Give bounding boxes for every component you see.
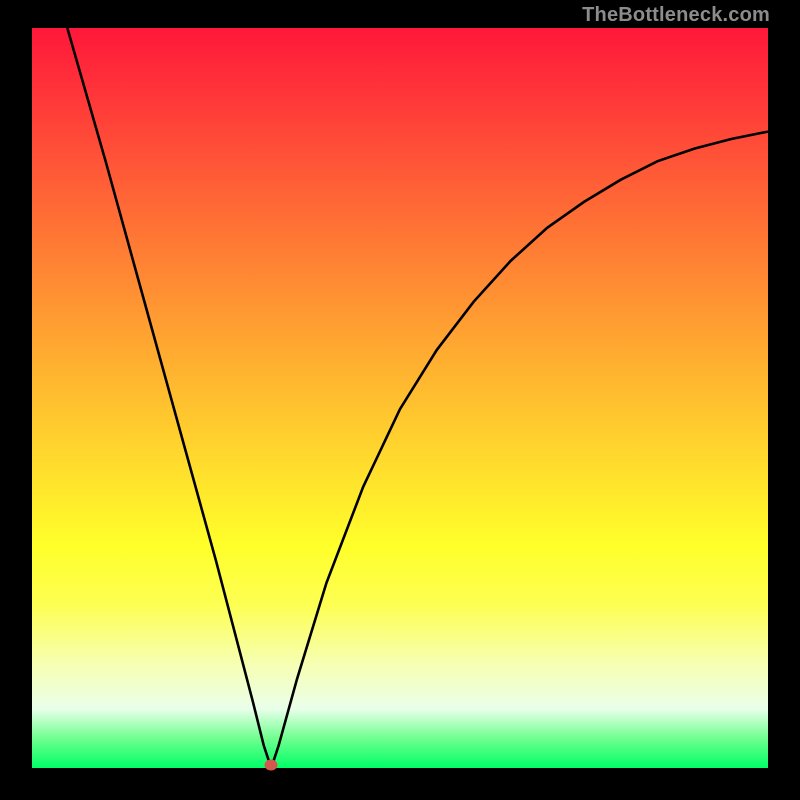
bottleneck-curve xyxy=(32,28,768,768)
minimum-marker xyxy=(265,760,278,771)
curve-left-branch xyxy=(67,28,271,768)
plot-area xyxy=(32,28,768,768)
chart-frame: TheBottleneck.com xyxy=(0,0,800,800)
curve-right-branch xyxy=(271,132,768,768)
watermark-text: TheBottleneck.com xyxy=(582,4,770,27)
